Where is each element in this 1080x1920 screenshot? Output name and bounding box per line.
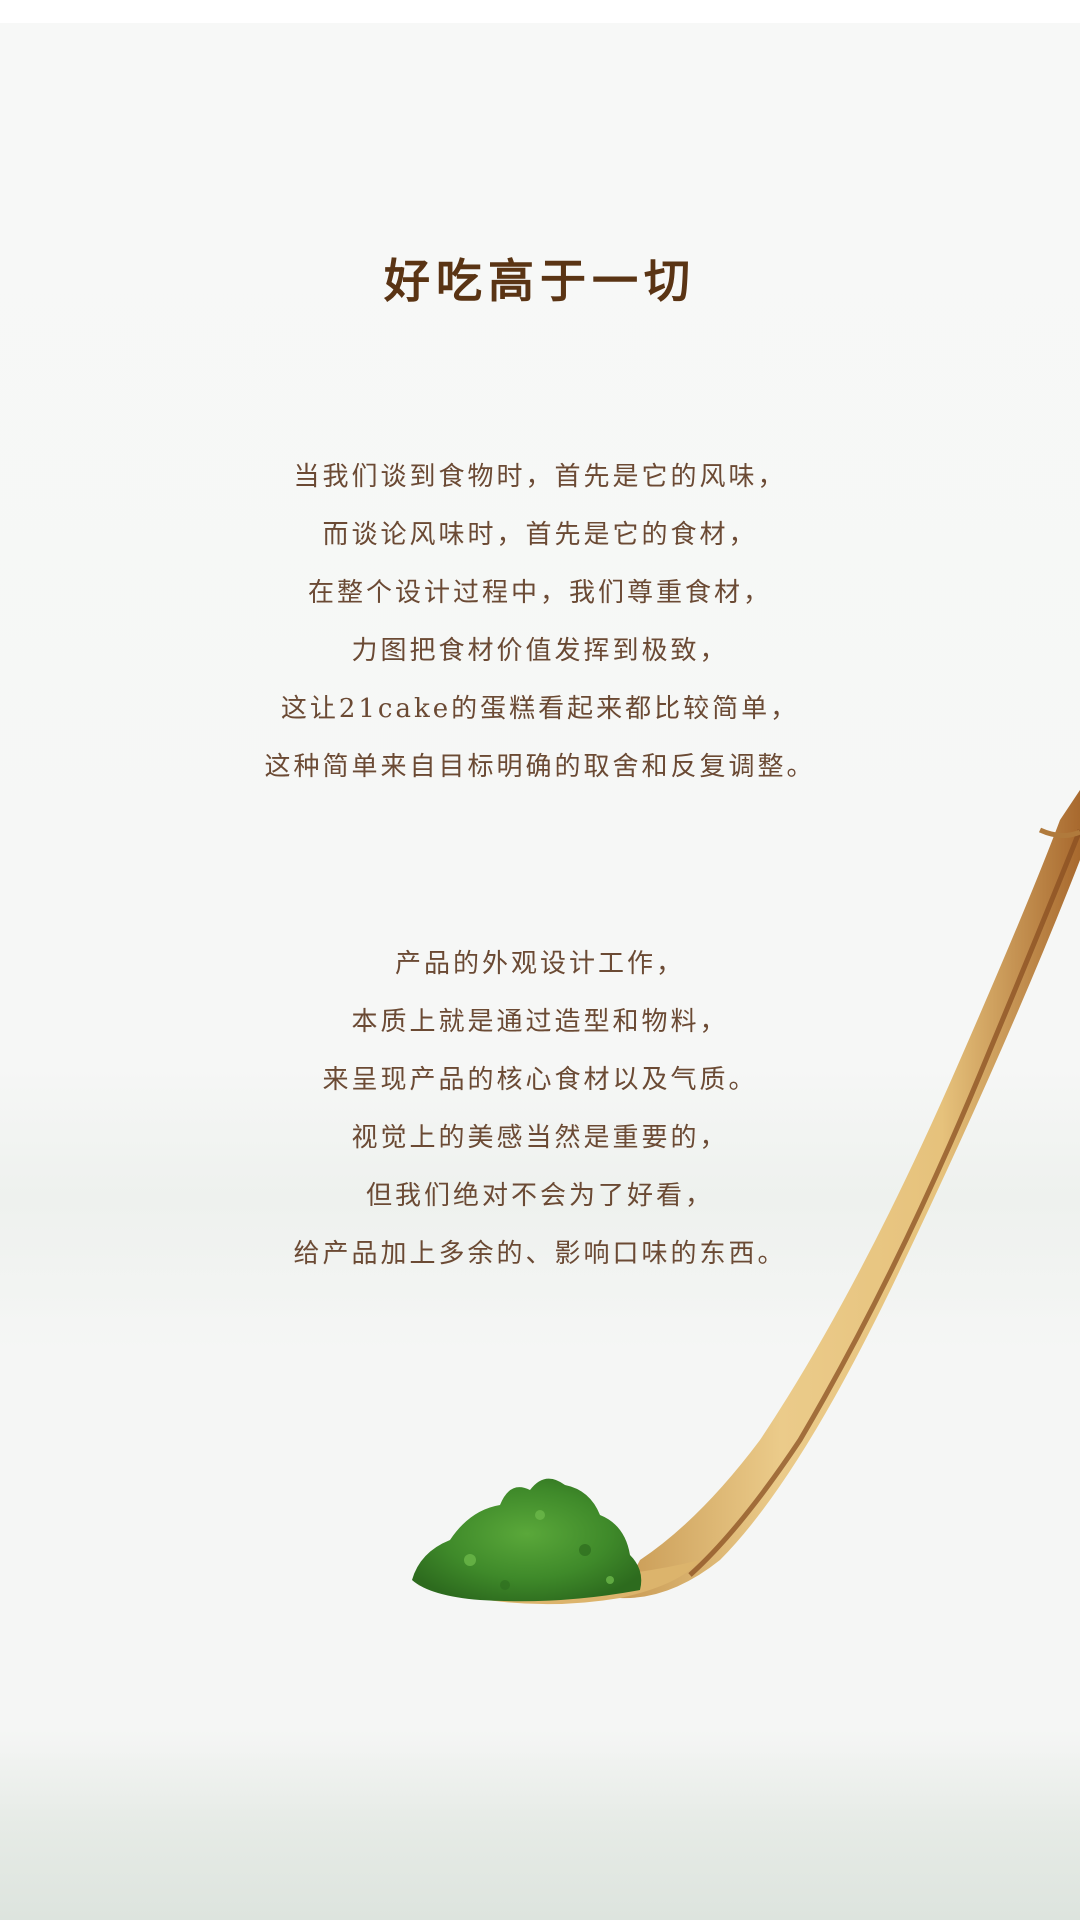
paragraph-line: 这种简单来自目标明确的取舍和反复调整。 [264,752,816,782]
paragraph-line: 这让21cake的蛋糕看起来都比较简单， [280,694,800,724]
paragraph-flavor: 当我们谈到食物时，首先是它的风味， 而谈论风味时，首先是它的食材， 在整个设计过… [0,448,1080,796]
paragraph-line: 但我们绝对不会为了好看， [365,1181,714,1211]
paragraph-line: 来呈现产品的核心食材以及气质。 [322,1065,758,1095]
paragraph-line: 产品的外观设计工作， [394,949,685,979]
paragraph-line: 给产品加上多余的、影响口味的东西。 [293,1239,787,1269]
paragraph-line: 力图把食材价值发挥到极致， [351,636,729,666]
page: 好吃高于一切 当我们谈到食物时，首先是它的风味， 而谈论风味时，首先是它的食材，… [0,0,1080,1920]
paragraph-line: 本质上就是通过造型和物料， [351,1007,729,1037]
headline: 好吃高于一切 [384,254,696,308]
paragraph-line: 在整个设计过程中，我们尊重食材， [307,578,772,608]
paragraph-line: 视觉上的美感当然是重要的， [351,1123,729,1153]
paragraph-line: 当我们谈到食物时，首先是它的风味， [293,462,787,492]
paragraph-line: 而谈论风味时，首先是它的食材， [322,520,758,550]
paragraph-design: 产品的外观设计工作， 本质上就是通过造型和物料， 来呈现产品的核心食材以及气质。… [0,935,1080,1283]
